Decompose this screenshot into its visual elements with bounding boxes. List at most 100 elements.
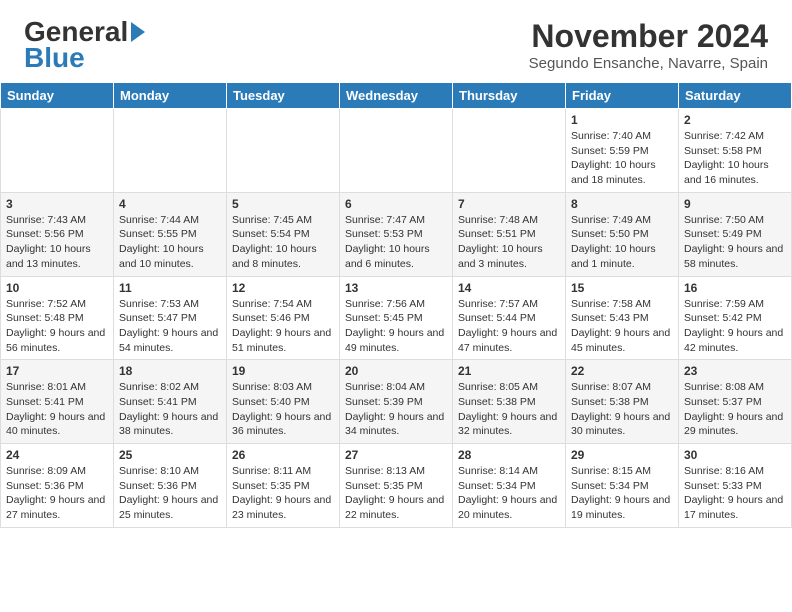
table-row [453, 109, 566, 193]
table-row: 23 Sunrise: 8:08 AM Sunset: 5:37 PM Dayli… [679, 360, 792, 444]
day-info: Sunrise: 7:52 AM Sunset: 5:48 PM Dayligh… [6, 297, 108, 356]
day-info: Sunrise: 8:04 AM Sunset: 5:39 PM Dayligh… [345, 380, 447, 439]
table-row: 30 Sunrise: 8:16 AM Sunset: 5:33 PM Dayli… [679, 444, 792, 528]
col-sunday: Sunday [1, 83, 114, 109]
table-row [227, 109, 340, 193]
table-row: 10 Sunrise: 7:52 AM Sunset: 5:48 PM Dayli… [1, 276, 114, 360]
logo: General Blue [24, 18, 145, 74]
day-number: 30 [684, 448, 786, 462]
col-saturday: Saturday [679, 83, 792, 109]
day-info: Sunrise: 7:54 AM Sunset: 5:46 PM Dayligh… [232, 297, 334, 356]
day-info: Sunrise: 8:14 AM Sunset: 5:34 PM Dayligh… [458, 464, 560, 523]
day-info: Sunrise: 7:42 AM Sunset: 5:58 PM Dayligh… [684, 129, 786, 188]
table-row: 24 Sunrise: 8:09 AM Sunset: 5:36 PM Dayli… [1, 444, 114, 528]
day-number: 11 [119, 281, 221, 295]
day-number: 29 [571, 448, 673, 462]
page-title: November 2024 [529, 18, 768, 55]
day-number: 15 [571, 281, 673, 295]
table-row: 29 Sunrise: 8:15 AM Sunset: 5:34 PM Dayli… [566, 444, 679, 528]
col-wednesday: Wednesday [340, 83, 453, 109]
table-row: 1 Sunrise: 7:40 AM Sunset: 5:59 PM Daylig… [566, 109, 679, 193]
day-number: 27 [345, 448, 447, 462]
calendar-week-row: 3Sunrise: 7:43 AM Sunset: 5:56 PM Daylig… [1, 192, 792, 276]
calendar-week-row: 1 Sunrise: 7:40 AM Sunset: 5:59 PM Daylig… [1, 109, 792, 193]
calendar-week-row: 24 Sunrise: 8:09 AM Sunset: 5:36 PM Dayli… [1, 444, 792, 528]
day-info: Sunrise: 7:49 AM Sunset: 5:50 PM Dayligh… [571, 213, 673, 272]
day-number: 4 [119, 197, 221, 211]
table-row: 2 Sunrise: 7:42 AM Sunset: 5:58 PM Daylig… [679, 109, 792, 193]
table-row: 9 Sunrise: 7:50 AM Sunset: 5:49 PM Daylig… [679, 192, 792, 276]
table-row: 11 Sunrise: 7:53 AM Sunset: 5:47 PM Dayli… [114, 276, 227, 360]
day-number: 3 [6, 197, 108, 211]
table-row: 5 Sunrise: 7:45 AM Sunset: 5:54 PM Daylig… [227, 192, 340, 276]
day-number: 21 [458, 364, 560, 378]
day-number: 9 [684, 197, 786, 211]
table-row: 18Sunrise: 8:02 AM Sunset: 5:41 PM Dayli… [114, 360, 227, 444]
table-row [114, 109, 227, 193]
page-header: General Blue November 2024 Segundo Ensan… [0, 0, 792, 82]
day-number: 2 [684, 113, 786, 127]
table-row: 21 Sunrise: 8:05 AM Sunset: 5:38 PM Dayli… [453, 360, 566, 444]
table-row: 25 Sunrise: 8:10 AM Sunset: 5:36 PM Dayli… [114, 444, 227, 528]
day-info: Sunrise: 8:09 AM Sunset: 5:36 PM Dayligh… [6, 464, 108, 523]
day-info: Sunrise: 8:05 AM Sunset: 5:38 PM Dayligh… [458, 380, 560, 439]
day-number: 14 [458, 281, 560, 295]
table-row: 12 Sunrise: 7:54 AM Sunset: 5:46 PM Dayli… [227, 276, 340, 360]
col-thursday: Thursday [453, 83, 566, 109]
day-number: 22 [571, 364, 673, 378]
day-number: 10 [6, 281, 108, 295]
calendar-week-row: 17 Sunrise: 8:01 AM Sunset: 5:41 PM Dayli… [1, 360, 792, 444]
logo-arrow-icon [131, 22, 145, 42]
table-row: 13 Sunrise: 7:56 AM Sunset: 5:45 PM Dayli… [340, 276, 453, 360]
day-info: Sunrise: 8:11 AM Sunset: 5:35 PM Dayligh… [232, 464, 334, 523]
table-row: 28 Sunrise: 8:14 AM Sunset: 5:34 PM Dayli… [453, 444, 566, 528]
table-row: 19 Sunrise: 8:03 AM Sunset: 5:40 PM Dayli… [227, 360, 340, 444]
day-info: Sunrise: 7:47 AM Sunset: 5:53 PM Dayligh… [345, 213, 447, 272]
day-info: Sunrise: 7:50 AM Sunset: 5:49 PM Dayligh… [684, 213, 786, 272]
day-number: 13 [345, 281, 447, 295]
day-info: Sunrise: 7:53 AM Sunset: 5:47 PM Dayligh… [119, 297, 221, 356]
day-number: 24 [6, 448, 108, 462]
table-row: 16Sunrise: 7:59 AM Sunset: 5:42 PM Dayli… [679, 276, 792, 360]
day-number: 1 [571, 113, 673, 127]
table-row: 8 Sunrise: 7:49 AM Sunset: 5:50 PM Daylig… [566, 192, 679, 276]
day-number: 23 [684, 364, 786, 378]
table-row: 26Sunrise: 8:11 AM Sunset: 5:35 PM Dayli… [227, 444, 340, 528]
title-block: November 2024 Segundo Ensanche, Navarre,… [529, 18, 768, 72]
day-number: 5 [232, 197, 334, 211]
day-info: Sunrise: 8:07 AM Sunset: 5:38 PM Dayligh… [571, 380, 673, 439]
day-info: Sunrise: 8:15 AM Sunset: 5:34 PM Dayligh… [571, 464, 673, 523]
day-number: 25 [119, 448, 221, 462]
day-number: 28 [458, 448, 560, 462]
day-info: Sunrise: 7:58 AM Sunset: 5:43 PM Dayligh… [571, 297, 673, 356]
table-row: 27 Sunrise: 8:13 AM Sunset: 5:35 PM Dayli… [340, 444, 453, 528]
day-info: Sunrise: 7:40 AM Sunset: 5:59 PM Dayligh… [571, 129, 673, 188]
table-row: 15 Sunrise: 7:58 AM Sunset: 5:43 PM Dayli… [566, 276, 679, 360]
calendar-week-row: 10 Sunrise: 7:52 AM Sunset: 5:48 PM Dayli… [1, 276, 792, 360]
table-row: 20 Sunrise: 8:04 AM Sunset: 5:39 PM Dayli… [340, 360, 453, 444]
day-number: 20 [345, 364, 447, 378]
day-number: 7 [458, 197, 560, 211]
day-info: Sunrise: 7:45 AM Sunset: 5:54 PM Dayligh… [232, 213, 334, 272]
table-row: 22 Sunrise: 8:07 AM Sunset: 5:38 PM Dayli… [566, 360, 679, 444]
day-info: Sunrise: 7:57 AM Sunset: 5:44 PM Dayligh… [458, 297, 560, 356]
day-info: Sunrise: 7:44 AM Sunset: 5:55 PM Dayligh… [119, 213, 221, 272]
day-info: Sunrise: 8:01 AM Sunset: 5:41 PM Dayligh… [6, 380, 108, 439]
table-row: 3Sunrise: 7:43 AM Sunset: 5:56 PM Daylig… [1, 192, 114, 276]
col-friday: Friday [566, 83, 679, 109]
table-row: 14 Sunrise: 7:57 AM Sunset: 5:44 PM Dayli… [453, 276, 566, 360]
day-info: Sunrise: 8:08 AM Sunset: 5:37 PM Dayligh… [684, 380, 786, 439]
table-row [1, 109, 114, 193]
day-info: Sunrise: 8:02 AM Sunset: 5:41 PM Dayligh… [119, 380, 221, 439]
day-info: Sunrise: 7:56 AM Sunset: 5:45 PM Dayligh… [345, 297, 447, 356]
day-number: 19 [232, 364, 334, 378]
day-info: Sunrise: 8:03 AM Sunset: 5:40 PM Dayligh… [232, 380, 334, 439]
day-info: Sunrise: 8:13 AM Sunset: 5:35 PM Dayligh… [345, 464, 447, 523]
table-row: 4 Sunrise: 7:44 AM Sunset: 5:55 PM Daylig… [114, 192, 227, 276]
day-info: Sunrise: 8:10 AM Sunset: 5:36 PM Dayligh… [119, 464, 221, 523]
day-number: 12 [232, 281, 334, 295]
day-info: Sunrise: 8:16 AM Sunset: 5:33 PM Dayligh… [684, 464, 786, 523]
day-number: 17 [6, 364, 108, 378]
col-tuesday: Tuesday [227, 83, 340, 109]
day-number: 8 [571, 197, 673, 211]
